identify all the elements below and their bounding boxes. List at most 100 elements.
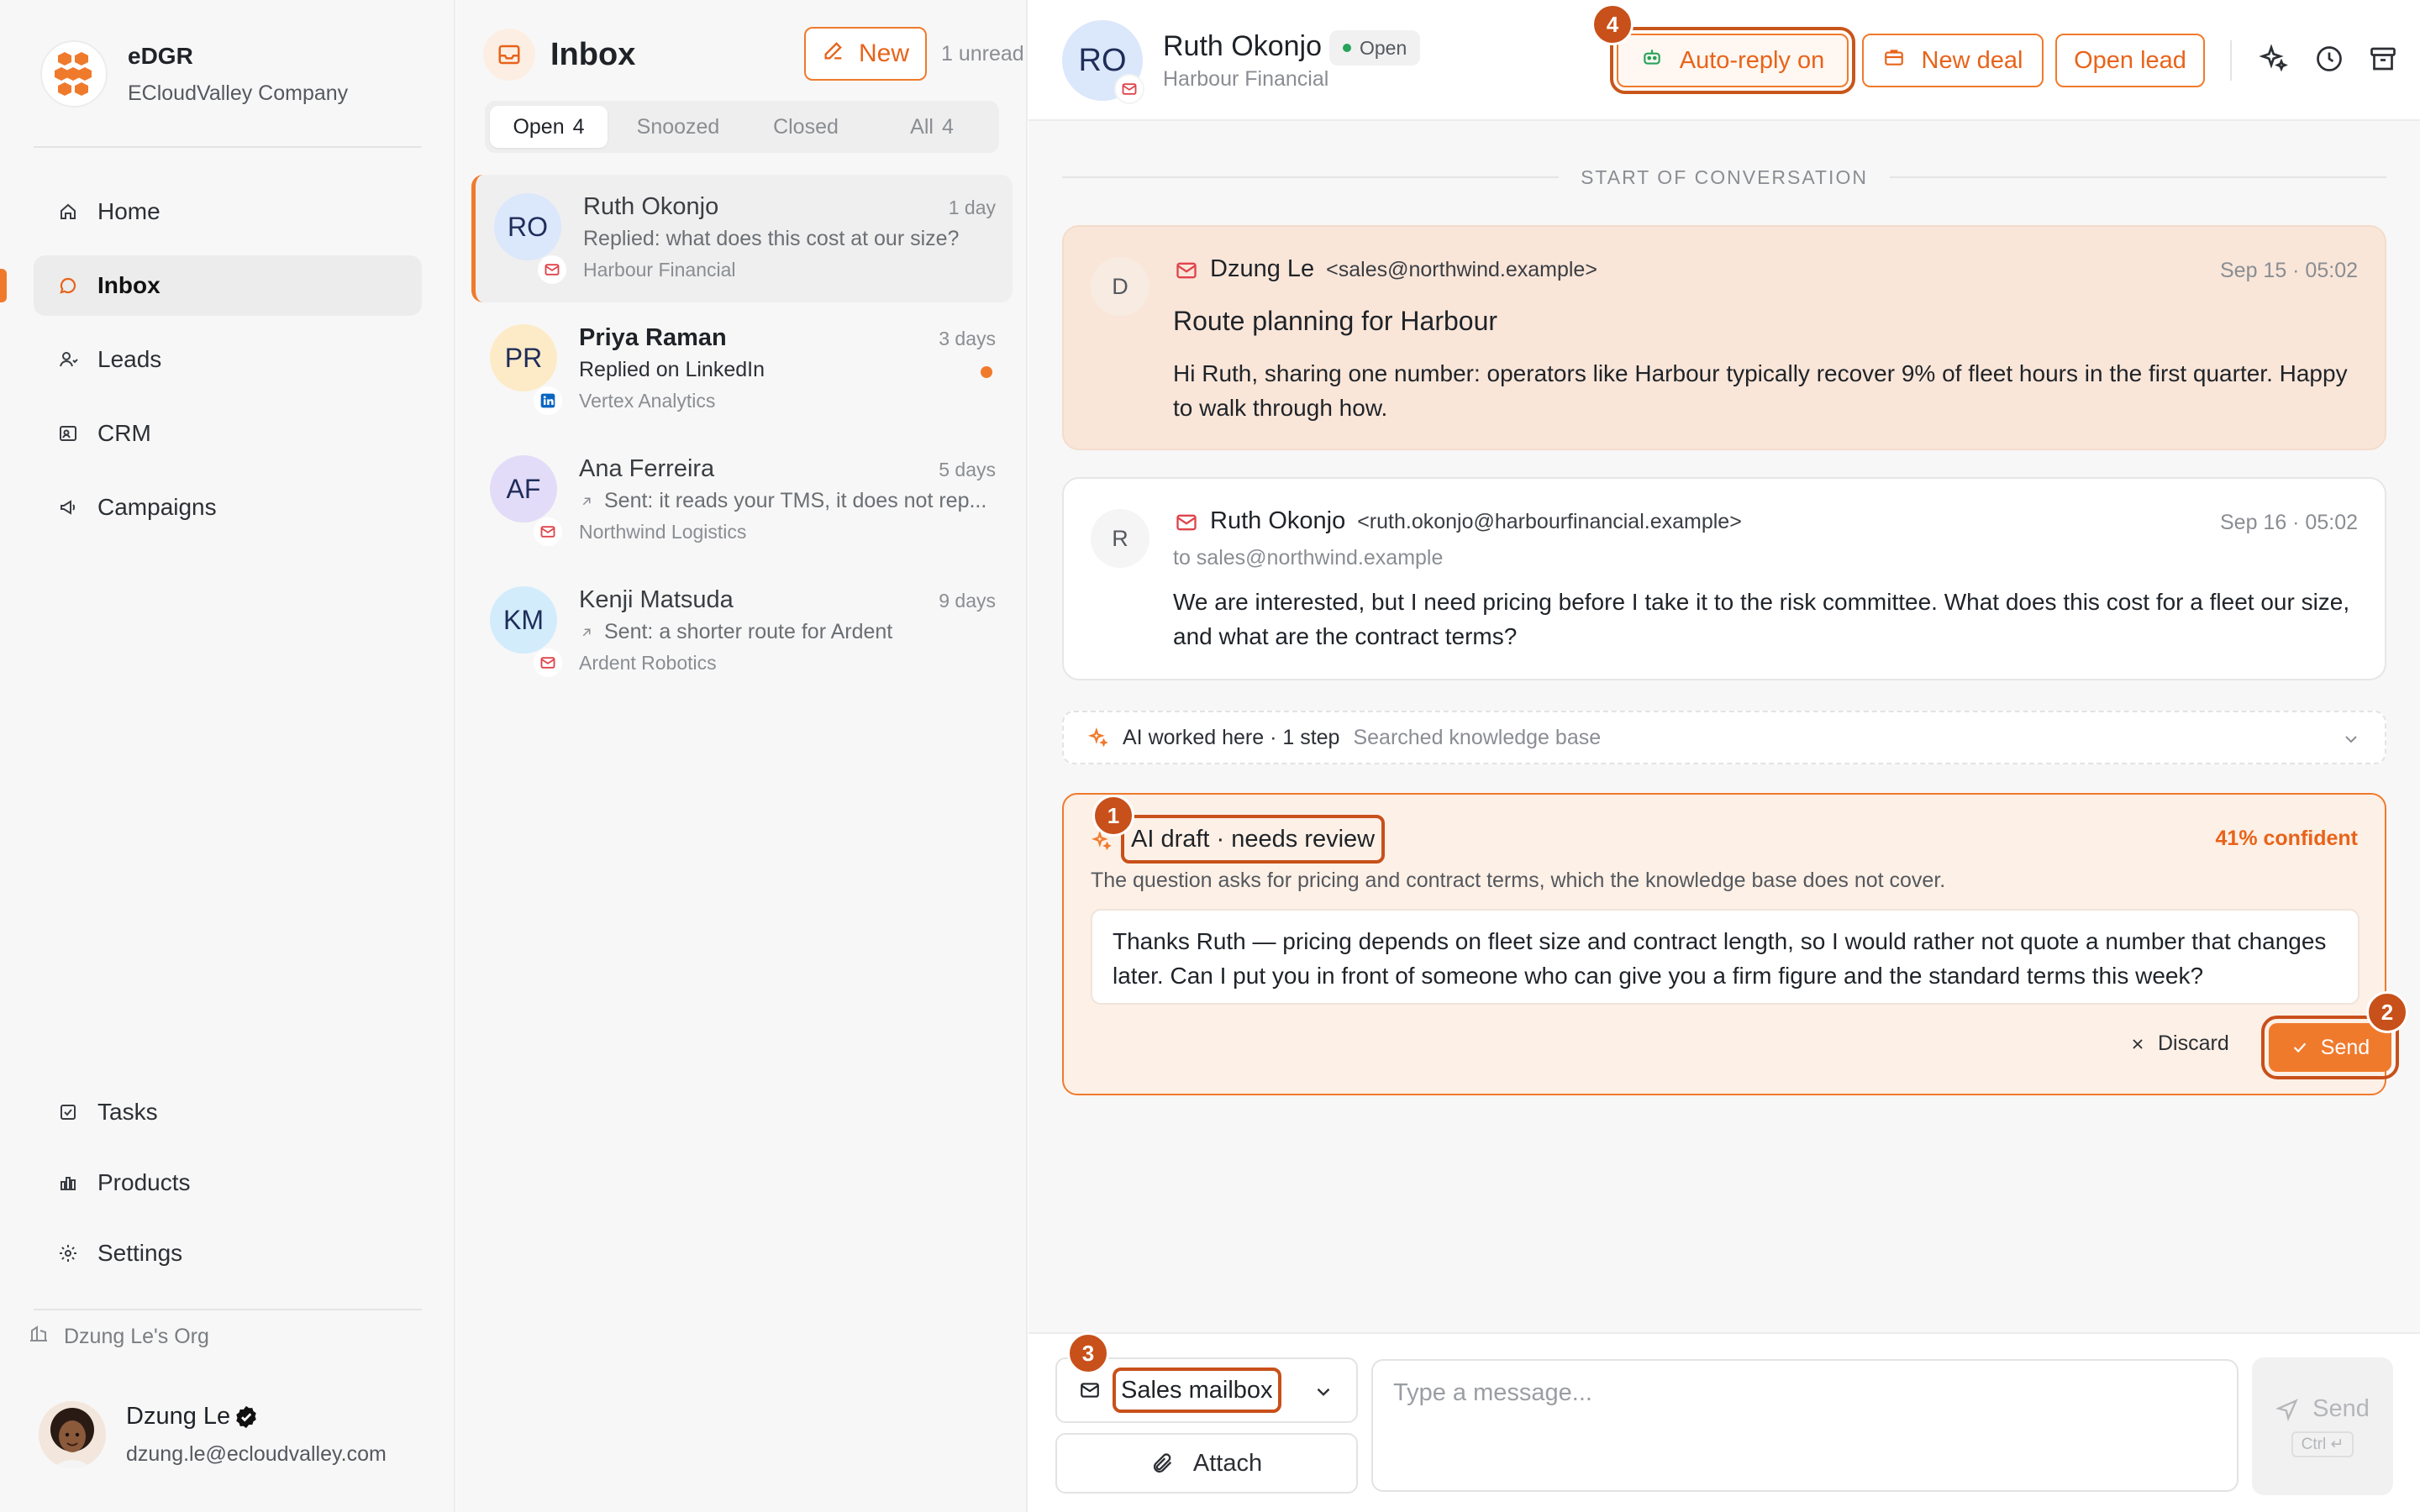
- ai-draft-card: AI draft · needs review 1 41% confident …: [1062, 793, 2408, 1095]
- conversation-time: 3 days: [939, 328, 996, 349]
- message-sender: Ruth Okonjo: [1210, 507, 1346, 534]
- sidebar-divider-bottom: [34, 1309, 422, 1310]
- briefcase-icon: [1883, 46, 1905, 75]
- gear-icon: [57, 1242, 79, 1264]
- archive-icon: [2368, 44, 2398, 78]
- nav-label-inbox: Inbox: [97, 272, 160, 298]
- archive-button[interactable]: [2366, 44, 2400, 77]
- ai-activity-title: AI worked here · 1 step: [1123, 725, 1340, 749]
- conversation-name: Ruth Okonjo: [583, 193, 719, 220]
- active-nav-marker: [0, 269, 7, 302]
- tab-all-count: 4: [941, 114, 954, 139]
- conversation-company: Northwind Logistics: [579, 521, 747, 543]
- avatar: KM: [490, 586, 557, 654]
- new-conversation-button[interactable]: New: [804, 27, 927, 81]
- message-sender-address: <sales@northwind.example>: [1326, 258, 1597, 281]
- tab-open[interactable]: Open 4: [490, 106, 608, 148]
- nav-item-crm[interactable]: CRM: [34, 403, 422, 464]
- person-icon: [57, 349, 79, 370]
- tab-all-label: All: [910, 114, 934, 139]
- conversation-item[interactable]: KM Kenji Matsuda 9 days Sent: a shorter …: [471, 568, 1013, 696]
- message-sender: Dzung Le: [1210, 255, 1315, 282]
- message-input[interactable]: [1371, 1359, 2238, 1492]
- tab-snoozed-label: Snoozed: [636, 114, 720, 139]
- open-lead-label: Open lead: [2074, 46, 2186, 74]
- contact-name: Ruth Okonjo: [1163, 30, 1322, 62]
- mail-icon: [1079, 1379, 1101, 1401]
- tab-closed[interactable]: Closed: [747, 106, 865, 148]
- conversation-snippet: Replied on LinkedIn: [579, 358, 765, 381]
- email-channel-icon: [534, 648, 562, 677]
- message-incoming: R Ruth Okonjo <ruth.okonjo@harbourfinanc…: [1062, 477, 2386, 680]
- home-icon: [57, 201, 79, 223]
- brand-company: ECloudValley Company: [128, 81, 349, 105]
- attach-button[interactable]: Attach: [1055, 1433, 1358, 1494]
- nav-item-leads[interactable]: Leads: [34, 329, 422, 390]
- nav-item-campaigns[interactable]: Campaigns: [34, 477, 422, 538]
- nav-item-inbox[interactable]: Inbox: [34, 255, 422, 316]
- auto-reply-label: Auto-reply on: [1679, 46, 1825, 74]
- conversation-company: Harbour Financial: [583, 259, 736, 281]
- new-deal-button[interactable]: New deal: [1862, 34, 2044, 87]
- user-profile[interactable]: Dzung Le dzung.le@ecloudvalley.com: [39, 1401, 387, 1468]
- discard-button[interactable]: Discard: [2129, 1032, 2229, 1056]
- nav-label-home: Home: [97, 198, 160, 224]
- page-title: Inbox: [550, 36, 636, 72]
- conversation-company: Ardent Robotics: [579, 652, 717, 674]
- inbox-tray-icon: [483, 29, 535, 81]
- step-marker-3: 3: [1067, 1332, 1109, 1374]
- step-marker-2: 2: [2366, 991, 2408, 1033]
- sparkle-icon: [2259, 43, 2289, 78]
- send-draft-button[interactable]: Send: [2261, 1016, 2399, 1079]
- tab-all[interactable]: All 4: [873, 106, 991, 148]
- chat-bubble-icon: [57, 275, 79, 297]
- conversation-item[interactable]: PR Priya Raman 3 days Replied on LinkedI…: [471, 306, 1013, 433]
- send-draft-label: Send: [2320, 1035, 2370, 1059]
- draft-textarea[interactable]: Thanks Ruth — pricing depends on fleet s…: [1091, 909, 2360, 1005]
- conversation-name: Ana Ferreira: [579, 455, 715, 482]
- status-badge: Open: [1329, 30, 1421, 66]
- auto-reply-toggle[interactable]: Auto-reply on: [1610, 27, 1855, 94]
- building-icon: [29, 1324, 49, 1350]
- avatar: RO: [494, 193, 561, 260]
- sidebar: eDGR ECloudValley Company Home Inbox Lea…: [0, 0, 455, 1512]
- bar-chart-icon: [57, 1172, 79, 1194]
- nav-item-products[interactable]: Products: [34, 1152, 422, 1213]
- check-icon: [2291, 1038, 2309, 1057]
- message-outgoing: D Dzung Le <sales@northwind.example> Sep…: [1062, 225, 2386, 450]
- ai-sparkle-button[interactable]: [2257, 43, 2291, 78]
- inbox-header: Inbox New 1 unread: [483, 25, 1024, 84]
- tab-snoozed[interactable]: Snoozed: [619, 106, 737, 148]
- user-email: dzung.le@ecloudvalley.com: [126, 1442, 387, 1466]
- ai-activity-row[interactable]: AI worked here · 1 step Searched knowled…: [1062, 711, 2386, 764]
- send-shortcut-hint: Ctrl ↵: [2291, 1431, 2354, 1457]
- org-switcher[interactable]: Dzung Le's Org: [29, 1324, 209, 1350]
- snooze-button[interactable]: [2312, 44, 2346, 77]
- status-dot: [1343, 44, 1351, 52]
- nav-item-settings[interactable]: Settings: [34, 1223, 422, 1284]
- user-name: Dzung Le: [126, 1403, 231, 1430]
- nav-label-campaigns: Campaigns: [97, 494, 217, 520]
- nav-label-crm: CRM: [97, 420, 151, 446]
- nav-item-home[interactable]: Home: [34, 181, 422, 242]
- close-icon: [2129, 1036, 2146, 1053]
- nav-label-products: Products: [97, 1169, 191, 1195]
- message-date: Sep 15 · 05:02: [2219, 259, 2358, 282]
- confidence-badge: 41% confident: [2215, 827, 2358, 850]
- conversation-item[interactable]: AF Ana Ferreira 5 days Sent: it reads yo…: [471, 437, 1013, 564]
- conversation-snippet: Sent: a shorter route for Ardent: [579, 620, 999, 644]
- send-button[interactable]: Send Ctrl ↵: [2252, 1357, 2393, 1495]
- brand[interactable]: eDGR ECloudValley Company: [40, 40, 348, 108]
- attach-label: Attach: [1192, 1449, 1263, 1477]
- contact-company: Harbour Financial: [1163, 67, 1329, 91]
- nav-item-tasks[interactable]: Tasks: [34, 1082, 422, 1142]
- pencil-icon: [822, 39, 845, 69]
- conversation-item[interactable]: RO Ruth Okonjo 1 day Replied: what does …: [471, 175, 1013, 302]
- email-channel-icon: [534, 517, 562, 546]
- message-date: Sep 16 · 05:02: [2219, 511, 2358, 534]
- conversation-time: 5 days: [939, 459, 996, 480]
- brand-name: eDGR: [128, 42, 193, 69]
- conversation-start-label: START OF CONVERSATION: [1581, 165, 1868, 188]
- sent-arrow-icon: [579, 494, 594, 509]
- open-lead-button[interactable]: Open lead: [2055, 34, 2205, 87]
